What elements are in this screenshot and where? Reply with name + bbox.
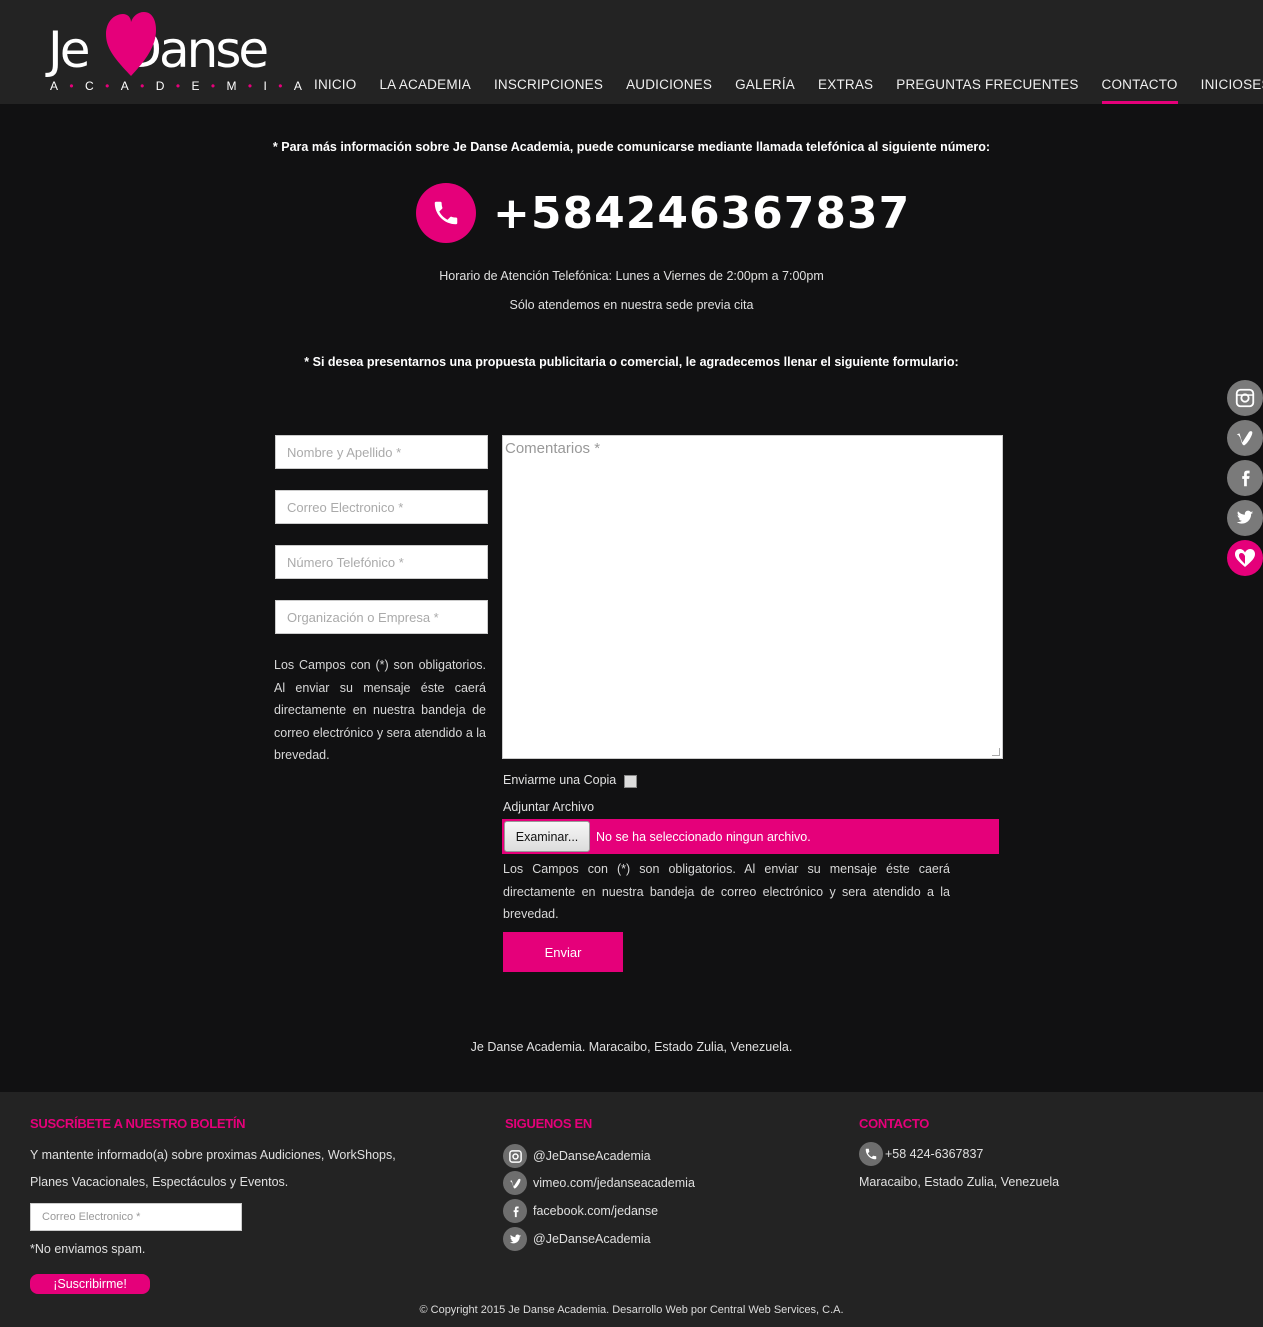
copyright: © Copyright 2015 Je Danse Academia. Desa… <box>419 1304 844 1316</box>
submit-button[interactable]: Enviar <box>503 932 623 972</box>
vimeo-icon <box>503 1171 527 1195</box>
form-intro: * Si desea presentarnos una propuesta pu… <box>304 355 959 369</box>
twitter-icon <box>503 1227 527 1251</box>
logo-letter: A <box>120 79 129 93</box>
footer-instagram-link[interactable]: @JeDanseAcademia <box>503 1144 651 1168</box>
footer-twitter-link[interactable]: @JeDanseAcademia <box>503 1227 651 1251</box>
phone-icon <box>859 1142 883 1166</box>
footer-instagram-text: @JeDanseAcademia <box>533 1149 651 1163</box>
send-copy-label: Enviarme una Copia <box>503 773 617 787</box>
heart-logo-icon <box>106 12 156 76</box>
footer-facebook-text: facebook.com/jedanse <box>533 1204 659 1218</box>
heart-icon[interactable] <box>1227 540 1263 576</box>
logo-letter: M <box>226 79 237 93</box>
logo-letter: A <box>293 79 302 93</box>
logo-subtitle: A • C • A • D • E • M • I • A <box>50 79 302 93</box>
facebook-icon <box>503 1199 527 1223</box>
attach-label: Adjuntar Archivo <box>503 800 595 814</box>
logo-letter: C <box>85 79 94 93</box>
newsletter-email-input[interactable]: Correo Electronico * <box>30 1203 242 1231</box>
required-note-right: Los Campos con (*) son obligatorios. Al … <box>503 862 950 922</box>
phone-field[interactable]: Número Telefónico * <box>275 545 488 579</box>
phone-icon <box>416 183 476 243</box>
subscribe-button[interactable]: ¡Suscribirme! <box>30 1274 150 1294</box>
organization-field[interactable]: Organización o Empresa * <box>275 600 488 634</box>
nav-item-inscripciones[interactable]: INSCRIPCIONES <box>494 76 603 104</box>
file-input: Examinar... No se ha seleccionado ningun… <box>502 819 999 854</box>
nav-item-iniciosesion[interactable]: INICIOSESION <box>1201 76 1263 104</box>
social-sidebar <box>1227 380 1263 580</box>
logo-letter: I <box>263 79 267 93</box>
nav-item-inicio[interactable]: INICIO <box>314 76 356 104</box>
instagram-icon[interactable] <box>1227 380 1263 416</box>
resize-handle[interactable] <box>992 748 1000 756</box>
footer-location: Maracaibo, Estado Zulia, Venezuela <box>859 1175 1060 1189</box>
logo-letter: D <box>155 79 165 93</box>
logo[interactable]: Je Danse A • C • A • D • E • M • I • A <box>48 12 306 96</box>
vimeo-icon[interactable] <box>1227 420 1263 456</box>
logo-wordmark: Je Danse <box>48 21 269 79</box>
newsletter-text-2: Planes Vacacionales, Espectáculos y Even… <box>30 1175 289 1189</box>
phone-block: +584246367837 <box>416 183 910 243</box>
newsletter-title: SUSCRÍBETE A NUESTRO BOLETÍN <box>30 1116 246 1131</box>
nav-item-contacto[interactable]: CONTACTO <box>1101 76 1178 104</box>
email-field[interactable]: Correo Electronico * <box>275 490 488 524</box>
footer-phone-text: +58 424-6367837 <box>885 1147 984 1161</box>
logo-letter: E <box>191 79 200 93</box>
phone-number[interactable]: +584246367837 <box>493 188 910 239</box>
send-copy-row: Enviarme una Copia <box>503 772 638 788</box>
logo-text-je: Je <box>48 21 90 79</box>
comments-field[interactable]: Comentarios * <box>502 435 1003 759</box>
no-spam-note: *No enviamos spam. <box>30 1242 146 1256</box>
twitter-icon[interactable] <box>1227 500 1263 536</box>
logo-letter: A <box>50 79 59 93</box>
appointment-note: Sólo atendemos en nuestra sede previa ci… <box>509 298 754 312</box>
phone-hours: Horario de Atención Telefónica: Lunes a … <box>439 269 824 283</box>
nav-item-preguntas-frecuentes[interactable]: PREGUNTAS FRECUENTES <box>896 76 1078 104</box>
address-line: Je Danse Academia. Maracaibo, Estado Zul… <box>470 1040 793 1054</box>
newsletter-text-1: Y mantente informado(a) sobre proximas A… <box>30 1148 396 1162</box>
follow-title: SIGUENOS EN <box>505 1116 592 1131</box>
footer-facebook-link[interactable]: facebook.com/jedanse <box>503 1199 658 1223</box>
nav-item-galeria[interactable]: GALERÍA <box>735 76 795 104</box>
browse-button[interactable]: Examinar... <box>504 821 590 852</box>
site-header: Je Danse A • C • A • D • E • M • I • A INICIO LA… <box>0 0 1263 104</box>
footer-phone[interactable]: +58 424-6367837 <box>859 1142 983 1166</box>
facebook-icon[interactable] <box>1227 460 1263 496</box>
nav-item-audiciones[interactable]: AUDICIONES <box>626 76 712 104</box>
file-status: No se ha seleccionado ningun archivo. <box>596 829 811 844</box>
footer-twitter-text: @JeDanseAcademia <box>533 1232 651 1246</box>
footer-contact-title: CONTACTO <box>859 1116 930 1131</box>
instagram-icon <box>503 1144 527 1168</box>
required-note-left: Los Campos con (*) son obligatorios. Al … <box>274 658 486 763</box>
nav-item-extras[interactable]: EXTRAS <box>818 76 873 104</box>
nav-item-la-academia[interactable]: LA ACADEMIA <box>379 76 471 104</box>
footer-vimeo-link[interactable]: vimeo.com/jedanseacademia <box>503 1171 695 1195</box>
comments-placeholder: Comentarios * <box>505 440 601 457</box>
send-copy-checkbox[interactable] <box>624 775 638 788</box>
contact-intro: * Para más información sobre Je Danse Ac… <box>272 140 991 154</box>
main-nav: INICIO LA ACADEMIA INSCRIPCIONES AUDICIO… <box>314 76 1263 104</box>
name-field[interactable]: Nombre y Apellido * <box>275 435 488 469</box>
footer-vimeo-text: vimeo.com/jedanseacademia <box>533 1176 695 1190</box>
